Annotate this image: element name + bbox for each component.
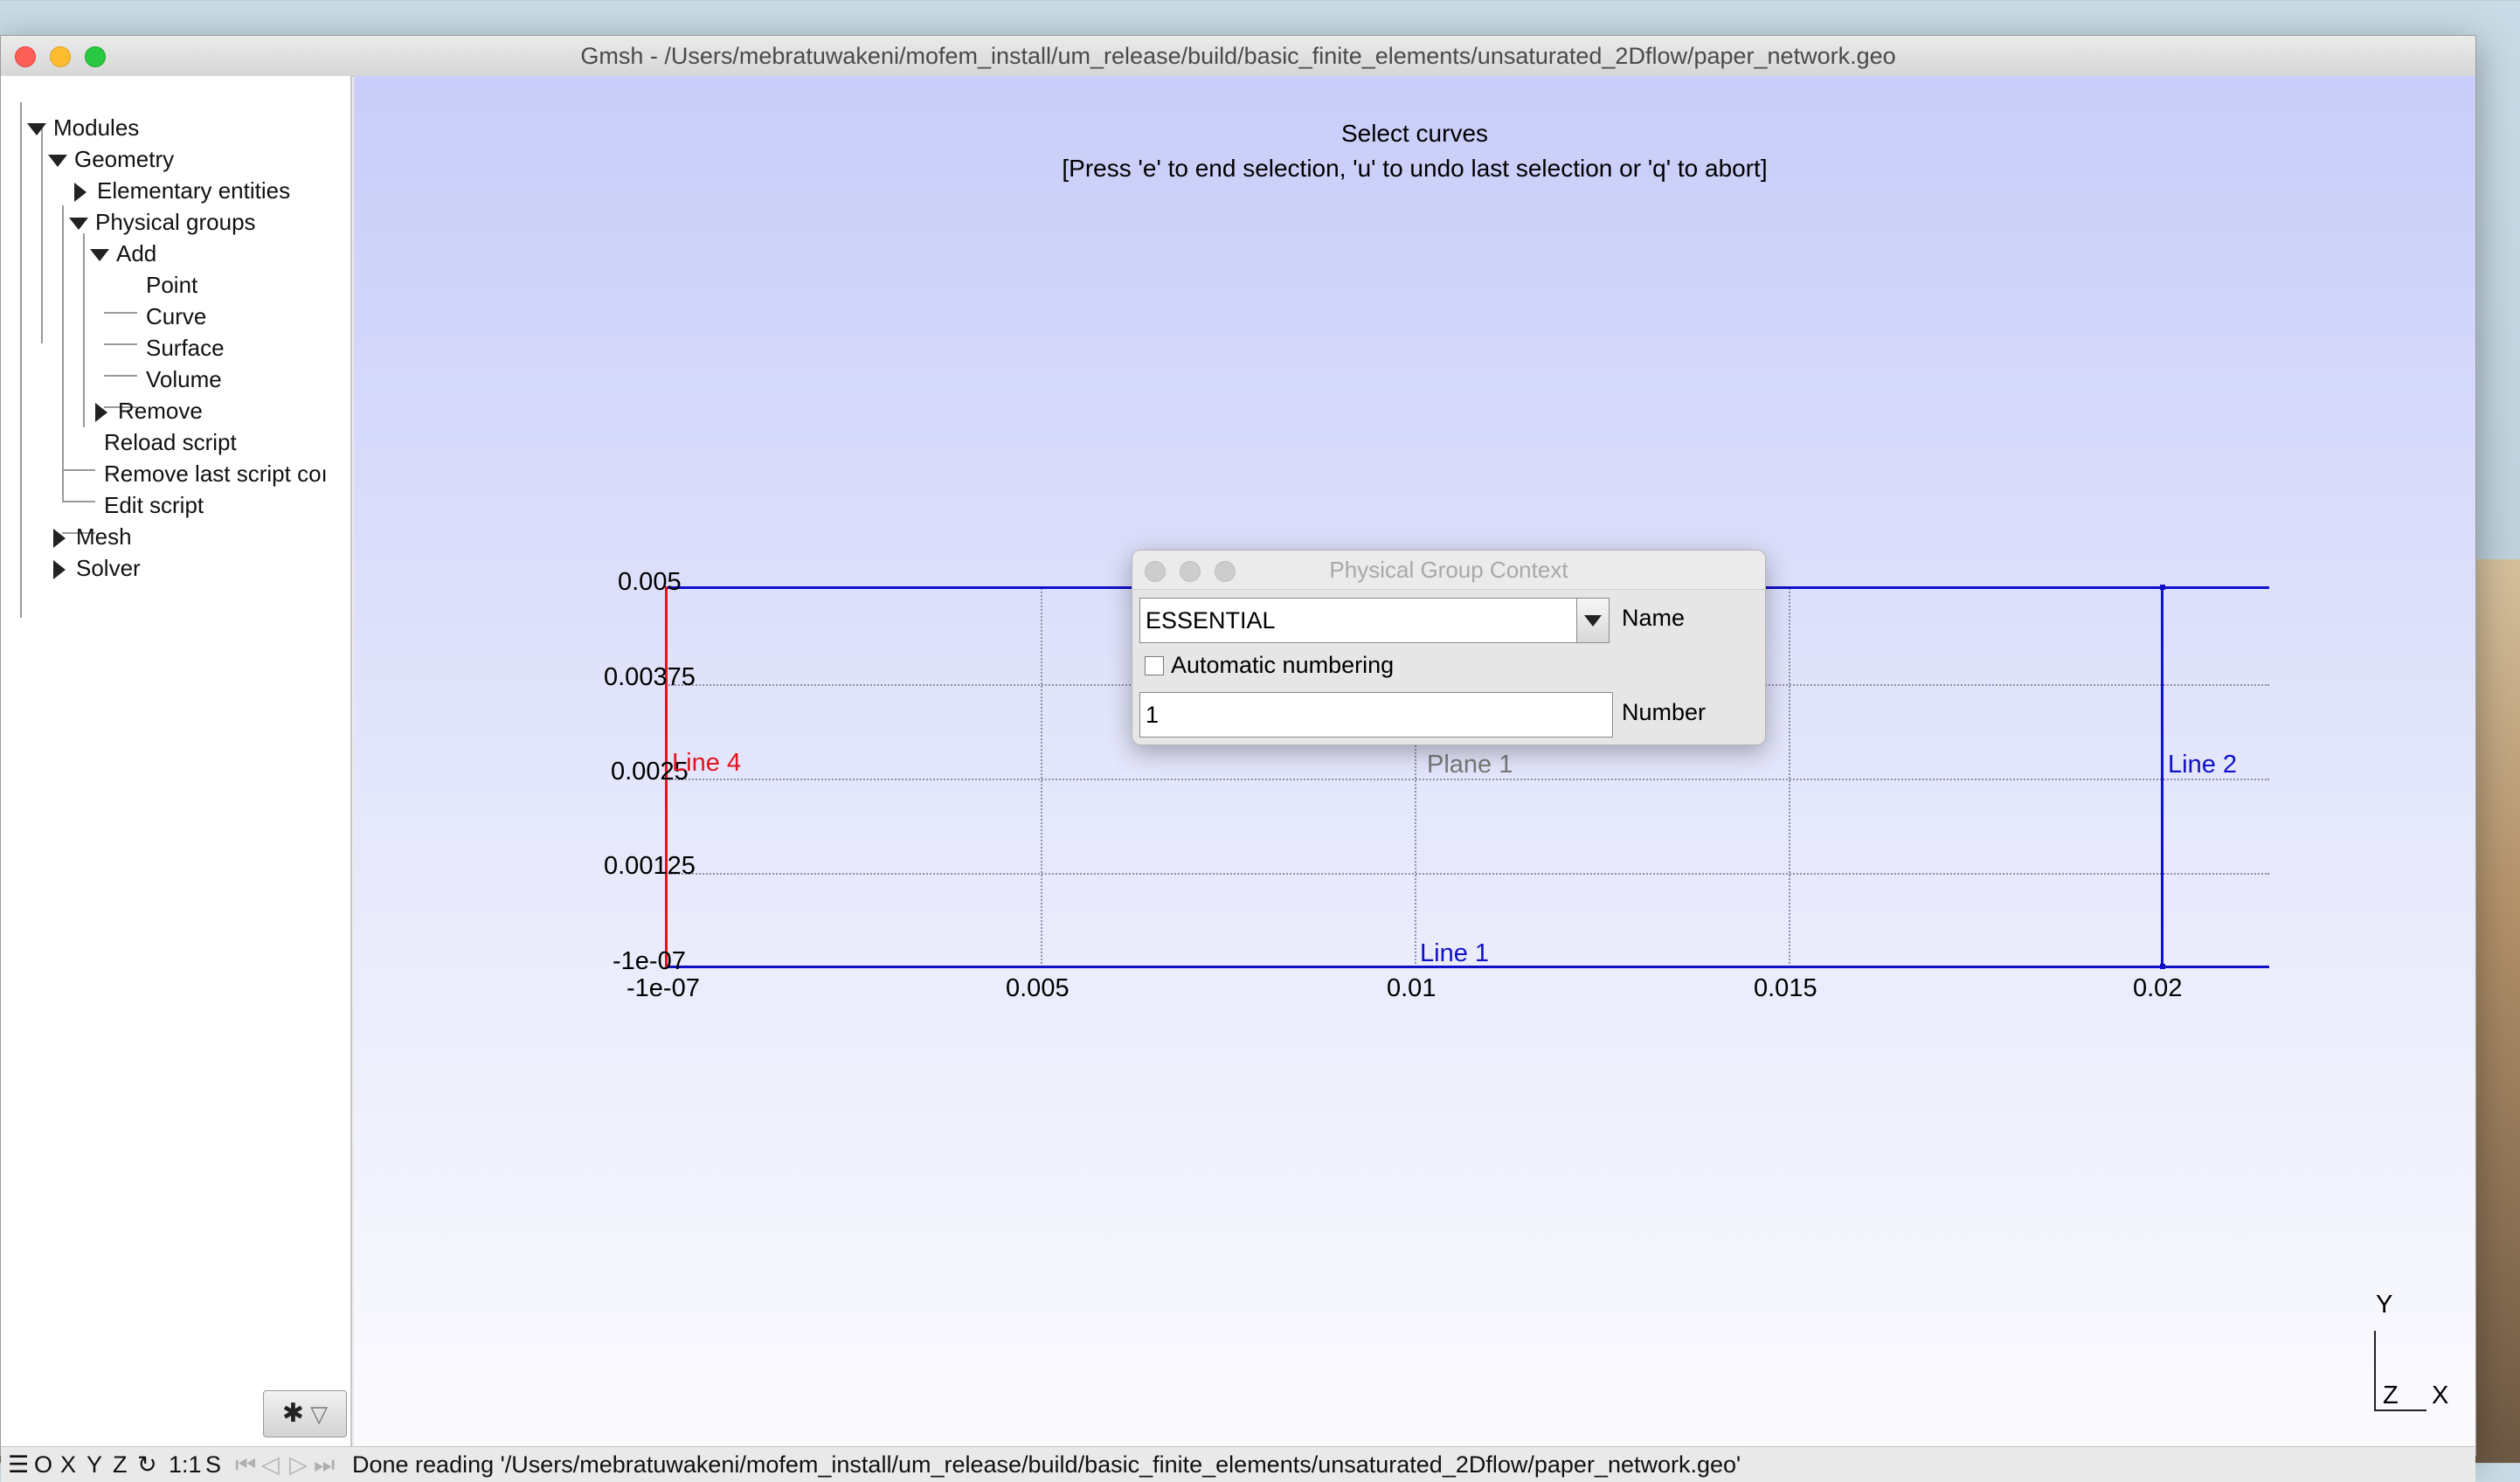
tree-item-point[interactable]: Point bbox=[146, 270, 197, 300]
axes-indicator: Y Z X bbox=[2374, 1291, 2449, 1411]
tree-item-surface[interactable]: Surface bbox=[146, 333, 225, 363]
collapse-icon[interactable] bbox=[48, 155, 67, 168]
corner-point[interactable] bbox=[2160, 585, 2165, 590]
x-tick-label: 0.015 bbox=[1754, 974, 1817, 1002]
close-window-button[interactable] bbox=[15, 46, 36, 67]
view-x-button[interactable]: X bbox=[60, 1447, 76, 1482]
dialog-minimize-button[interactable] bbox=[1180, 561, 1201, 582]
title-bar: Gmsh - /Users/mebratuwakeni/mofem_instal… bbox=[1, 36, 2475, 77]
status-bar: ☰ O X Y Z ↻ 1:1 S ⏮ ◁ ▷ ⏭ Done reading '… bbox=[1, 1446, 2475, 1482]
view-y-button[interactable]: Y bbox=[87, 1447, 102, 1482]
x-tick-label: 0.01 bbox=[1387, 974, 1437, 1002]
group-number-input[interactable]: 1 bbox=[1139, 692, 1613, 738]
name-dropdown-button[interactable] bbox=[1576, 598, 1610, 643]
view-z-button[interactable]: Z bbox=[113, 1447, 128, 1482]
dialog-close-button[interactable] bbox=[1145, 561, 1166, 582]
y-tick-label: 0.00125 bbox=[604, 852, 696, 880]
selection-instructions: [Press 'e' to end selection, 'u' to undo… bbox=[1062, 155, 1768, 182]
play-icon[interactable]: ▷ bbox=[289, 1447, 308, 1482]
dialog-title: Physical Group Context bbox=[1329, 557, 1568, 583]
dialog-title-bar: Physical Group Context bbox=[1132, 551, 1765, 590]
expand-icon[interactable] bbox=[95, 403, 107, 423]
y-tick-label: -1e-07 bbox=[613, 947, 686, 975]
tree-item-geometry[interactable]: Geometry bbox=[48, 144, 174, 174]
corner-point[interactable] bbox=[2160, 964, 2165, 969]
y-tick-label: 0.005 bbox=[618, 568, 682, 596]
expand-icon[interactable] bbox=[74, 183, 87, 203]
tree-item-modules[interactable]: Modules bbox=[27, 113, 139, 142]
collapse-icon[interactable] bbox=[27, 123, 46, 136]
number-label: Number bbox=[1622, 699, 1707, 725]
options-menu-button[interactable]: ✱ ▽ bbox=[263, 1390, 347, 1437]
first-step-icon[interactable]: ⏮ bbox=[235, 1447, 256, 1482]
previous-step-icon[interactable]: ◁ bbox=[261, 1447, 280, 1482]
expand-icon[interactable] bbox=[53, 529, 66, 549]
chevron-down-icon bbox=[1584, 615, 1602, 627]
window-title: Gmsh - /Users/mebratuwakeni/mofem_instal… bbox=[580, 43, 1896, 69]
selection-heading: Select curves bbox=[1340, 120, 1489, 147]
module-tree: Modules Geometry Elementary entities Phy… bbox=[1, 76, 352, 1446]
group-name-input[interactable]: ESSENTIAL bbox=[1139, 598, 1580, 643]
next-step-icon[interactable]: ⏭ bbox=[314, 1447, 335, 1482]
dialog-maximize-button[interactable] bbox=[1215, 561, 1236, 582]
tree-item-remove[interactable]: Remove bbox=[95, 396, 203, 426]
line-2-label[interactable]: Line 2 bbox=[2168, 751, 2237, 779]
automatic-numbering-label: Automatic numbering bbox=[1171, 652, 1395, 678]
tree-item-reload-script[interactable]: Reload script bbox=[104, 427, 237, 457]
origin-button[interactable]: O bbox=[34, 1447, 52, 1482]
tree-item-physical-groups[interactable]: Physical groups bbox=[69, 207, 256, 237]
rotate-icon[interactable]: ↻ bbox=[137, 1447, 157, 1482]
minimize-window-button[interactable] bbox=[50, 46, 71, 67]
gmsh-window: Gmsh - /Users/mebratuwakeni/mofem_instal… bbox=[0, 35, 2476, 1482]
line-1-label[interactable]: Line 1 bbox=[1420, 939, 1489, 968]
maximize-window-button[interactable] bbox=[85, 46, 106, 67]
snapshot-button[interactable]: S bbox=[205, 1447, 221, 1482]
x-tick-label: -1e-07 bbox=[627, 974, 700, 1002]
tree-item-remove-last-script[interactable]: Remove last script coı bbox=[104, 459, 328, 488]
collapse-icon[interactable] bbox=[90, 249, 109, 262]
y-tick-label: 0.00375 bbox=[604, 663, 696, 691]
tree-item-volume[interactable]: Volume bbox=[146, 364, 222, 394]
graphics-viewport[interactable]: Select curves [Press 'e' to end selectio… bbox=[354, 76, 2475, 1446]
x-tick-label: 0.005 bbox=[1006, 974, 1070, 1002]
tree-item-elementary-entities[interactable]: Elementary entities bbox=[74, 176, 290, 205]
status-message: Done reading '/Users/mebratuwakeni/mofem… bbox=[352, 1451, 1741, 1478]
x-tick-label: 0.02 bbox=[2133, 974, 2183, 1002]
tree-item-solver[interactable]: Solver bbox=[53, 553, 141, 583]
scale-button[interactable]: 1:1 bbox=[169, 1447, 202, 1482]
collapse-icon[interactable] bbox=[69, 218, 88, 231]
menu-icon[interactable]: ☰ bbox=[8, 1447, 29, 1482]
plane-1-label[interactable]: Plane 1 bbox=[1427, 751, 1513, 779]
tree-item-edit-script[interactable]: Edit script bbox=[104, 490, 204, 520]
gear-icon: ✱ bbox=[281, 1399, 304, 1428]
line-2-curve[interactable] bbox=[2161, 586, 2163, 968]
name-label: Name bbox=[1622, 605, 1686, 631]
line-4-label[interactable]: Line 4 bbox=[672, 749, 741, 778]
automatic-numbering-checkbox[interactable] bbox=[1145, 656, 1164, 675]
physical-group-context-dialog: Physical Group Context ESSENTIAL Name Au… bbox=[1132, 550, 1766, 745]
tree-item-mesh[interactable]: Mesh bbox=[53, 522, 132, 551]
expand-icon[interactable] bbox=[53, 560, 66, 580]
tree-item-add[interactable]: Add bbox=[90, 239, 156, 268]
dropdown-filter-icon: ▽ bbox=[303, 1401, 329, 1427]
tree-item-curve[interactable]: Curve bbox=[146, 301, 206, 331]
